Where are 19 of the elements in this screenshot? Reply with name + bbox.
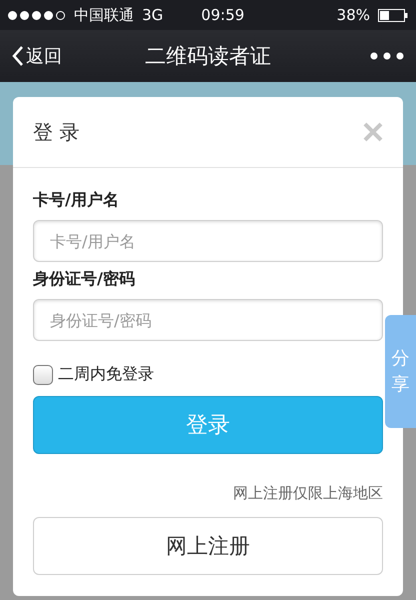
- page-title: 二维码读者证: [144, 43, 272, 70]
- battery-icon: [378, 8, 408, 22]
- field-label: 卡号/用户名: [33, 190, 120, 211]
- text-field[interactable]: 卡号/用户名: [33, 220, 383, 262]
- carrier-name: 中国联通: [74, 6, 134, 24]
- signal-icon: [8, 10, 66, 20]
- register-button[interactable]: 网上注册: [33, 517, 383, 575]
- back-link[interactable]: 返回: [12, 44, 102, 68]
- checkbox-label: 二周内免登录: [58, 364, 154, 385]
- text-field[interactable]: 身份证号/密码: [33, 299, 383, 341]
- more-icon[interactable]: [370, 52, 404, 60]
- field-label: 身份证号/密码: [33, 269, 136, 290]
- chevron-left-icon: [12, 45, 24, 67]
- checkbox[interactable]: [33, 364, 53, 384]
- network-type: 3G: [142, 6, 164, 24]
- battery-percent: 38%: [336, 6, 370, 24]
- clock-time: 09:59: [201, 6, 244, 24]
- region-note: 网上注册仅限上海地区: [233, 484, 383, 503]
- dialog-title: 登 录: [33, 118, 80, 146]
